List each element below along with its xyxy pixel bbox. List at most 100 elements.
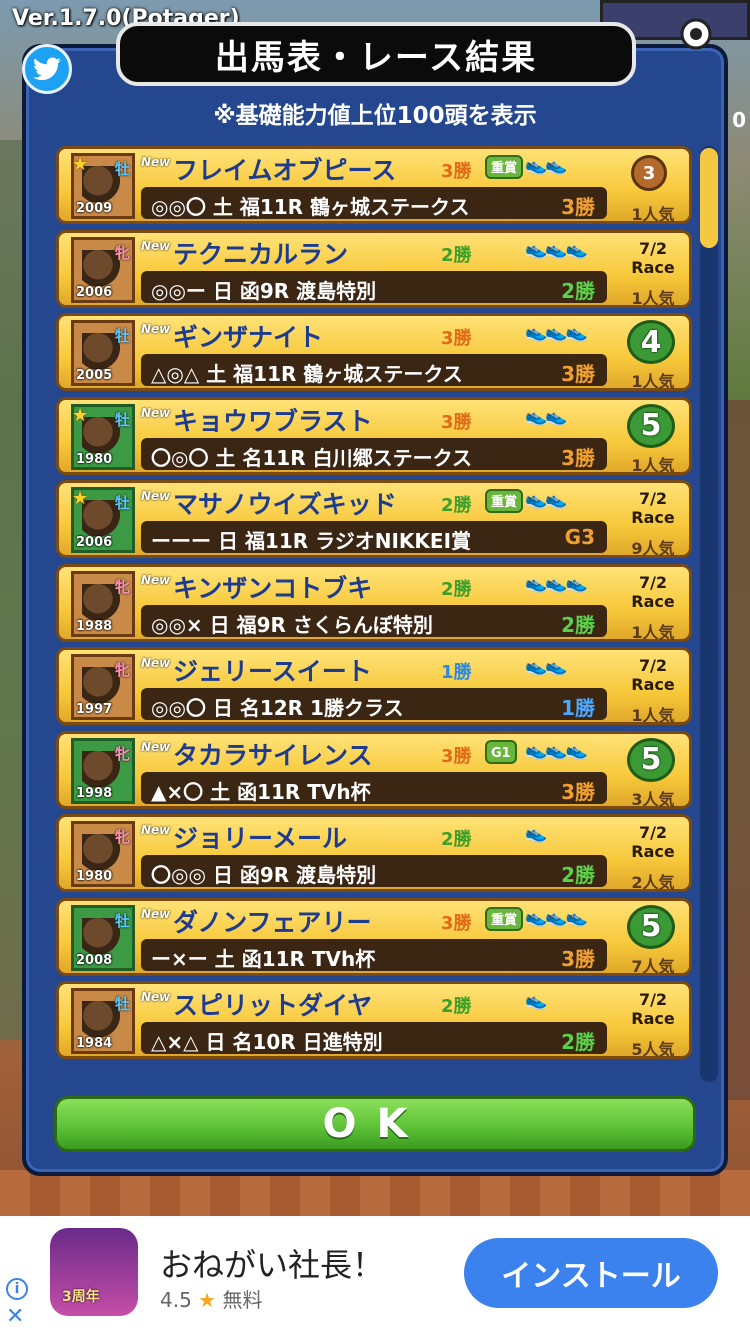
race-info-bar: 〇◎◎ 日 函9R 渡島特別 2勝: [141, 855, 607, 887]
horseshoe-icons: 👟👟👟: [525, 238, 588, 260]
grade-badge: 重賞: [485, 489, 524, 513]
race-name: 渡島特別: [296, 278, 377, 303]
race-class: 2勝: [561, 278, 595, 303]
horse-year: 1988: [76, 618, 113, 634]
race-info: ◎◎× 日 福9R さくらんぼ特別: [151, 609, 433, 638]
race-info: 〇◎◎ 日 函9R 渡島特別: [151, 859, 376, 888]
result-column: 5 7人気: [615, 901, 691, 976]
horseshoe-icons: 👟👟👟: [525, 572, 588, 594]
grade-badge: G1: [485, 739, 517, 764]
prediction-marks: ◎◎〇: [151, 195, 206, 219]
new-tag: New: [141, 238, 171, 253]
race-date: 7/2 Race: [631, 990, 675, 1028]
race-name: TVh杯: [311, 946, 376, 971]
horse-list[interactable]: ★ 牡 2009 New フレイムオブピース 3勝 重賞 👟👟 ◎◎〇 土 福1…: [56, 144, 696, 1084]
horseshoe-icons: 👟👟: [525, 656, 568, 677]
horse-name: キョウワブラスト: [173, 406, 373, 436]
race-info-bar: 〇◎〇 土 名11R 白川郷ステークス 3勝: [141, 437, 607, 471]
horse-name: フレイムオブピース: [173, 156, 397, 185]
race-class: 2勝: [561, 1030, 595, 1054]
horse-card[interactable]: ★ 牡 2006 New マサノウイズキッド 2勝 重賞 👟👟 ーーー 日 福1…: [56, 480, 692, 558]
race-number: 名10R: [232, 1030, 296, 1054]
list-scrollbar[interactable]: [700, 146, 718, 1082]
twitter-share-button[interactable]: [22, 44, 72, 94]
race-date: 7/2 Race: [631, 489, 675, 527]
ad-install-button[interactable]: インストール: [464, 1238, 718, 1308]
result-column: 7/2 Race 5人気: [615, 984, 691, 1059]
horse-sex: 牝: [114, 577, 130, 596]
race-name: ラジオNIKKEI賞: [315, 529, 472, 553]
race-info-bar: ◎◎〇 日 名12R 1勝クラス 1勝: [141, 688, 607, 720]
race-date: 7/2 Race: [631, 572, 675, 611]
horse-year: 2006: [76, 284, 113, 300]
race-name: 渡島特別: [296, 863, 377, 887]
horse-name: ジョリーメール: [173, 824, 348, 853]
horse-card[interactable]: 牡 2008 New ダノンフェアリー 3勝 重賞 👟👟👟 ー×ー 土 函11R…: [56, 897, 692, 976]
horse-sex: 牡: [114, 160, 130, 178]
horse-card[interactable]: ★ 牡 1980 New キョウワブラスト 3勝 👟👟 〇◎〇 土 名11R 白…: [56, 396, 692, 475]
horse-card[interactable]: 牝 1997 New ジェリースイート 1勝 👟👟 ◎◎〇 日 名12R 1勝ク…: [56, 647, 692, 725]
new-tag: New: [141, 823, 171, 837]
horse-card[interactable]: 牝 1988 New キンザンコトブキ 2勝 👟👟👟 ◎◎× 日 福9R さくら…: [56, 563, 692, 642]
horse-name: テクニカルラン: [173, 239, 349, 269]
horse-portrait: ★ 牡 2009: [71, 153, 135, 219]
horse-name: ジェリースイート: [173, 657, 372, 686]
race-class: 2勝: [561, 863, 595, 887]
race-day: 日: [209, 612, 230, 637]
horse-card[interactable]: 牝 1980 New ジョリーメール 2勝 👟 〇◎◎ 日 函9R 渡島特別 2…: [56, 814, 692, 892]
horse-card[interactable]: 牝 1998 New タカラサイレンス 3勝 G1 👟👟👟 ▲×〇 土 函11R…: [56, 730, 692, 809]
race-number: 福11R: [244, 529, 309, 553]
race-day: 日: [205, 1030, 226, 1054]
race-info-bar: ー×ー 土 函11R TVh杯 3勝: [141, 938, 607, 971]
wins-label: 3勝: [441, 912, 472, 934]
horse-sex: 牡: [114, 911, 130, 930]
favorite-star-icon: ★: [72, 404, 89, 426]
race-day: 土: [214, 946, 235, 971]
horse-card[interactable]: 牡 1984 New スピリットダイヤ 2勝 👟 △×△ 日 名10R 日進特別…: [56, 981, 692, 1059]
ad-app-icon-label: 3周年: [62, 1289, 100, 1305]
race-class: 1勝: [561, 696, 595, 720]
prediction-marks: ◎◎ー: [151, 278, 206, 303]
horse-sex: 牝: [114, 744, 130, 763]
wins-label: 3勝: [441, 161, 472, 182]
background-fence: [0, 1170, 750, 1220]
horse-year: 2009: [76, 201, 113, 216]
race-info: 〇◎〇 土 名11R 白川郷ステークス: [151, 442, 472, 471]
new-tag: New: [141, 739, 171, 754]
popularity: 7人気: [631, 956, 675, 976]
result-column: 7/2 Race 2人気: [615, 817, 691, 892]
new-tag: New: [141, 572, 171, 587]
horse-card[interactable]: 牝 2006 New テクニカルラン 2勝 👟👟👟 ◎◎ー 日 函9R 渡島特別…: [56, 229, 692, 308]
result-column: 5 1人気: [615, 400, 691, 475]
race-number: 名11R: [242, 445, 306, 470]
ad-info-icon[interactable]: i: [6, 1278, 28, 1300]
horse-sex: 牡: [114, 327, 130, 345]
wins-label: 3勝: [441, 411, 472, 433]
prediction-marks: 〇◎◎: [151, 863, 206, 887]
horse-sex: 牝: [114, 828, 130, 846]
scrollbar-thumb[interactable]: [700, 148, 718, 248]
horse-year: 2005: [76, 368, 113, 383]
result-column: 3 1人気: [615, 149, 691, 224]
race-name: 1勝クラス: [310, 696, 404, 720]
panel-title: 出馬表・レース結果: [116, 22, 636, 86]
settings-gear-icon[interactable]: [674, 12, 718, 56]
ok-button[interactable]: OK: [54, 1096, 696, 1152]
prediction-marks: ◎◎〇: [151, 696, 206, 720]
ad-close-icon[interactable]: ✕: [6, 1304, 24, 1329]
horse-year: 1980: [76, 451, 113, 467]
race-day: 日: [212, 278, 233, 303]
new-tag: New: [141, 906, 171, 921]
horse-card[interactable]: 牡 2005 New ギンザナイト 3勝 👟👟👟 △◎△ 土 福11R 鶴ヶ城ス…: [56, 313, 692, 391]
horse-card[interactable]: ★ 牡 2009 New フレイムオブピース 3勝 重賞 👟👟 ◎◎〇 土 福1…: [56, 146, 692, 224]
ad-banner[interactable]: i ✕ 3周年 おねがい社長！ 4.5 ★ 無料 インストール: [0, 1216, 750, 1334]
prediction-marks: ▲×〇: [151, 779, 204, 804]
twitter-bird-icon: [33, 57, 61, 81]
result-column: 7/2 Race 1人気: [615, 233, 691, 308]
horse-name: ダノンフェアリー: [173, 907, 372, 937]
horse-name: ギンザナイト: [173, 323, 324, 352]
popularity: 3人気: [631, 789, 675, 809]
race-info-bar: ▲×〇 土 函11R TVh杯 3勝: [141, 771, 607, 804]
race-name: さくらんぼ特別: [292, 612, 433, 637]
popularity: 5人気: [631, 1040, 675, 1059]
